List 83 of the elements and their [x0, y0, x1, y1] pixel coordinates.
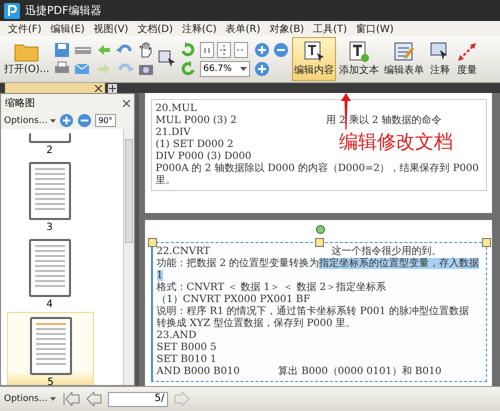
page-thumbnail[interactable]: 3: [7, 158, 92, 235]
resize-handle[interactable]: [482, 238, 490, 247]
hand-icon[interactable]: [138, 42, 154, 58]
rotation-handle[interactable]: [316, 225, 324, 234]
first-page-icon[interactable]: [62, 392, 80, 406]
menu-item[interactable]: 文件(F): [8, 22, 42, 36]
actual-size-icon[interactable]: [200, 42, 214, 58]
document-text: 说明：程序 R1 的情况下，通过笛卡坐标系转 P001 的脉冲型位置数据: [156, 306, 469, 318]
annotation-arrow: [341, 93, 351, 131]
document-text: AND B000 B010: [156, 366, 240, 378]
page-thumbnail[interactable]: 2: [7, 129, 92, 158]
page-preview: [28, 133, 70, 143]
menu-item[interactable]: 视图(V): [94, 22, 128, 36]
page-preview: [28, 239, 70, 297]
menu-item[interactable]: 窗口(W): [356, 22, 394, 36]
zoom-dropdown[interactable]: 66.7%: [200, 60, 250, 76]
document-text: SET B000 5: [156, 342, 216, 354]
text-select-icon[interactable]: [158, 50, 176, 68]
document-text: 21.DIV: [156, 127, 191, 139]
caret-icon: [50, 397, 56, 401]
zoom-in-icon[interactable]: [59, 113, 74, 128]
page-number-field[interactable]: 5/: [108, 392, 168, 406]
scrollbar[interactable]: [123, 129, 134, 385]
close-icon[interactable]: [95, 84, 102, 92]
document-text: MUL P000 (3) 2: [156, 115, 237, 127]
options-dropdown[interactable]: Options...: [4, 394, 56, 404]
zoom-in-icon[interactable]: [254, 60, 270, 76]
caret-icon: [50, 118, 56, 122]
document-text: 转换成 XYZ 型位置数据，保存到 P000 里。: [156, 318, 356, 330]
document-text: 算出 B000（0000 0101）和 B010: [278, 366, 442, 378]
toolbar-button[interactable]: 编辑内容: [292, 37, 336, 81]
document-text: 用 2 乘以 2 轴数据的命令: [326, 115, 442, 127]
resize-handle[interactable]: [314, 238, 324, 247]
save-icon[interactable]: [54, 42, 70, 58]
page-number: 2: [46, 145, 53, 156]
toolbar-button[interactable]: 添加文本: [337, 37, 382, 81]
toolbar-button[interactable]: 注释: [427, 37, 454, 81]
add-text-icon: [348, 41, 370, 63]
close-icon[interactable]: [123, 100, 130, 106]
zoom-out-icon[interactable]: [77, 113, 92, 128]
text-cursor-icon: [303, 41, 326, 63]
menu-item[interactable]: 表单(R): [226, 22, 260, 36]
measure-icon: [456, 41, 478, 63]
caret-icon: [240, 66, 248, 70]
page-number: 5: [47, 377, 54, 385]
new-tab-icon[interactable]: [108, 84, 117, 92]
menu-item[interactable]: 对象(B): [269, 22, 304, 36]
page-preview: [30, 317, 72, 375]
app-logo-icon: [4, 2, 20, 18]
menu-item[interactable]: 文档(D): [137, 22, 173, 36]
document-text: DIV P000 (3) D000: [156, 151, 252, 162]
open-button[interactable]: 打开(O)...: [2, 37, 52, 81]
zoom-in-icon[interactable]: [254, 42, 270, 58]
document-text: 这一个指令很少用的到。: [332, 246, 442, 258]
document-text: 23.AND: [156, 330, 196, 342]
window-title: 迅捷PDF编辑器: [25, 3, 102, 18]
previous-page-icon[interactable]: [86, 392, 102, 406]
document-text: （1）CNVRT PX000 PX001 BF: [156, 294, 310, 306]
toolbar-button[interactable]: 编辑表单: [382, 37, 426, 81]
document-text: 22.CNVRT: [156, 246, 210, 258]
document-text: P000A 的 2 轴数据除以 D000 的内容（D000=2），结果保存到 P000 里。: [156, 163, 480, 187]
document-text: 功能：把数据 2 的位置型变量转换为指定坐标系的位置型变量，存入数据 1: [156, 258, 480, 282]
page-number: 3: [46, 222, 53, 233]
menu-item[interactable]: 注释(C): [182, 22, 217, 36]
page-thumbnail[interactable]: 4: [7, 235, 92, 312]
zoom-out-icon[interactable]: [273, 42, 290, 58]
resize-handle[interactable]: [148, 238, 156, 247]
menu-item[interactable]: 编辑(E): [50, 22, 85, 36]
document-text: 格式：CNVRT ＜ 数据 1＞ ＜ 数据 2＞指定坐标系: [156, 282, 386, 294]
panel-title: 缩略图: [5, 96, 35, 110]
page-thumbnail[interactable]: 5: [7, 312, 94, 385]
folder-icon: [14, 42, 40, 62]
page-preview: [28, 162, 70, 220]
options-dropdown[interactable]: Options...: [4, 116, 56, 126]
menu-item[interactable]: 工具(T): [313, 22, 348, 36]
toolbar-button[interactable]: 度量: [454, 37, 480, 81]
page-number: 4: [46, 299, 53, 310]
document-text: SET B010 1: [156, 354, 216, 366]
document-text: (1) SET D000 2: [156, 139, 234, 151]
form-edit-icon: [393, 41, 416, 63]
fit-page-icon[interactable]: [217, 42, 232, 58]
rotate-button[interactable]: 90°: [95, 114, 116, 127]
document-text: 20.MUL: [156, 103, 197, 115]
